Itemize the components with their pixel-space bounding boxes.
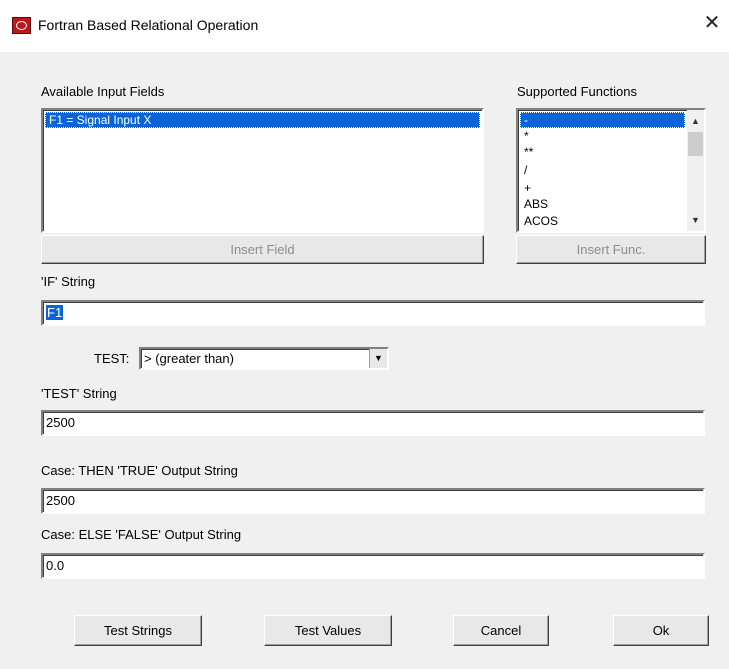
test-values-button[interactable]: Test Values bbox=[264, 615, 392, 646]
test-label: TEST: bbox=[94, 351, 130, 366]
cancel-button[interactable]: Cancel bbox=[453, 615, 549, 646]
if-string-label: 'IF' String bbox=[41, 274, 96, 289]
list-item-function[interactable]: ACOS bbox=[520, 213, 685, 229]
list-item-function[interactable]: * bbox=[520, 128, 685, 144]
if-string-input[interactable]: F1 bbox=[41, 300, 705, 326]
list-item-function[interactable]: / bbox=[520, 162, 685, 178]
scroll-up-icon[interactable]: ▲ bbox=[687, 113, 704, 129]
test-strings-button[interactable]: Test Strings bbox=[74, 615, 202, 646]
if-string-value: F1 bbox=[46, 305, 64, 320]
supported-functions-label: Supported Functions bbox=[517, 84, 637, 99]
list-item-field[interactable]: F1 = Signal Input X bbox=[45, 112, 480, 128]
insert-func-button[interactable]: Insert Func. bbox=[516, 235, 706, 264]
dropdown-arrow-icon[interactable]: ▼ bbox=[369, 349, 387, 368]
list-item-function[interactable]: + bbox=[520, 180, 685, 196]
false-output-input[interactable]: 0.0 bbox=[41, 553, 705, 579]
test-operator-value: > (greater than) bbox=[144, 351, 234, 366]
app-icon bbox=[12, 17, 31, 34]
list-item-function[interactable]: - bbox=[520, 112, 685, 128]
test-operator-select[interactable]: > (greater than) ▼ bbox=[139, 347, 389, 370]
functions-list[interactable]: - * ** / + ABS ACOS ▲ ▼ bbox=[516, 108, 706, 233]
list-item-function[interactable]: ABS bbox=[520, 196, 685, 212]
available-input-fields-label: Available Input Fields bbox=[41, 84, 165, 99]
true-output-label: Case: THEN 'TRUE' Output String bbox=[41, 463, 238, 478]
scroll-down-icon[interactable]: ▼ bbox=[687, 212, 704, 228]
true-output-input[interactable]: 2500 bbox=[41, 488, 705, 514]
false-output-label: Case: ELSE 'FALSE' Output String bbox=[41, 527, 242, 542]
input-fields-list[interactable]: F1 = Signal Input X bbox=[41, 108, 484, 233]
close-icon[interactable]: ✕ bbox=[701, 12, 723, 34]
ok-button[interactable]: Ok bbox=[613, 615, 709, 646]
test-string-input[interactable]: 2500 bbox=[41, 410, 705, 436]
scroll-thumb[interactable] bbox=[688, 132, 703, 156]
functions-scrollbar[interactable]: ▲ ▼ bbox=[687, 110, 704, 231]
list-item-function[interactable]: ** bbox=[520, 144, 685, 160]
insert-field-button[interactable]: Insert Field bbox=[41, 235, 484, 264]
test-string-label: 'TEST' String bbox=[41, 386, 117, 401]
title-bar: Fortran Based Relational Operation ✕ bbox=[0, 0, 729, 52]
window-title: Fortran Based Relational Operation bbox=[38, 17, 259, 33]
